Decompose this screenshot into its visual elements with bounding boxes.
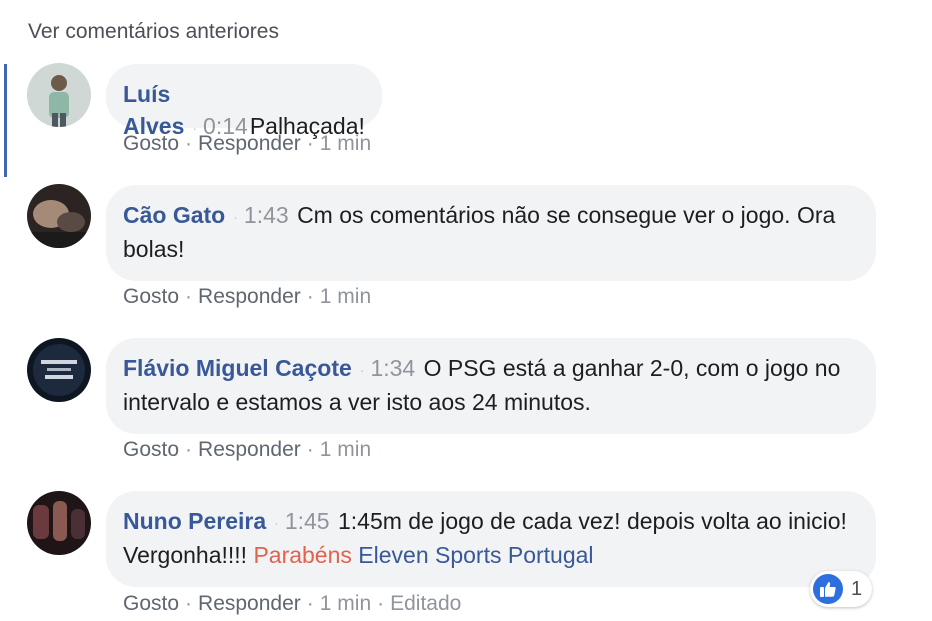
comment-age[interactable]: 1 min <box>320 438 371 461</box>
like-icon <box>813 574 843 604</box>
reply-button[interactable]: Responder <box>198 132 301 155</box>
reply-button[interactable]: Responder <box>198 438 301 461</box>
comment-text: Cm os comentários não se consegue ver o … <box>123 202 836 262</box>
thread-indicator-bar <box>4 64 7 177</box>
separator-dot: · <box>185 132 193 155</box>
like-button[interactable]: Gosto <box>123 285 179 308</box>
comment-timestamp[interactable]: 1:45 <box>285 508 330 534</box>
view-previous-comments-link[interactable]: Ver comentários anteriores <box>28 20 279 44</box>
separator-dot: · <box>185 285 193 308</box>
reply-button[interactable]: Responder <box>198 285 301 308</box>
reaction-summary[interactable]: 1 <box>810 571 873 607</box>
comment-bubble: Cão Gato · 1:43 Cm os comentários não se c… <box>106 185 876 281</box>
avatar[interactable] <box>27 338 91 402</box>
reaction-count: 1 <box>851 577 863 600</box>
comment-actions: Gosto · Responder · 1 min · Editado <box>123 592 461 616</box>
separator-dot: · <box>377 592 385 615</box>
edited-label[interactable]: Editado <box>390 592 461 615</box>
comment-actions: Gosto · Responder · 1 min <box>123 285 371 309</box>
comment-author[interactable]: Cão Gato <box>123 202 225 228</box>
like-button[interactable]: Gosto <box>123 592 179 615</box>
comment-age[interactable]: 1 min <box>320 132 371 155</box>
separator-dot: · <box>306 132 314 155</box>
comment-age[interactable]: 1 min <box>320 592 371 615</box>
separator-dot: · <box>185 592 193 615</box>
comment-author[interactable]: Luís Alves <box>123 81 184 139</box>
comment-actions: Gosto · Responder · 1 min <box>123 132 371 156</box>
avatar[interactable] <box>27 184 91 248</box>
separator-dot: · <box>306 285 314 308</box>
separator-dot: · <box>233 208 238 225</box>
like-button[interactable]: Gosto <box>123 132 179 155</box>
comment-author[interactable]: Flávio Miguel Caçote <box>123 355 352 381</box>
separator-dot: · <box>185 438 193 461</box>
comment-author[interactable]: Nuno Pereira <box>123 508 266 534</box>
like-button[interactable]: Gosto <box>123 438 179 461</box>
separator-dot: · <box>306 438 314 461</box>
comment-age[interactable]: 1 min <box>320 285 371 308</box>
mention-tag[interactable]: Parabéns <box>253 542 351 568</box>
comment-actions: Gosto · Responder · 1 min <box>123 438 371 462</box>
comment-timestamp[interactable]: 1:34 <box>370 355 415 381</box>
comment-timestamp[interactable]: 1:43 <box>244 202 289 228</box>
separator-dot: · <box>274 514 279 531</box>
avatar[interactable] <box>27 491 91 555</box>
mention-page-link[interactable]: Eleven Sports Portugal <box>358 542 593 568</box>
comment-bubble: Flávio Miguel Caçote · 1:34 O PSG está a g… <box>106 338 876 434</box>
comment-bubble: Nuno Pereira · 1:45 1:45m de jogo de cada … <box>106 491 876 587</box>
separator-dot: · <box>359 361 365 378</box>
avatar[interactable] <box>27 63 91 127</box>
comment-bubble: Luís Alves · 0:14Palhaçada! <box>106 64 382 139</box>
reply-button[interactable]: Responder <box>198 592 301 615</box>
separator-dot: · <box>306 592 314 615</box>
